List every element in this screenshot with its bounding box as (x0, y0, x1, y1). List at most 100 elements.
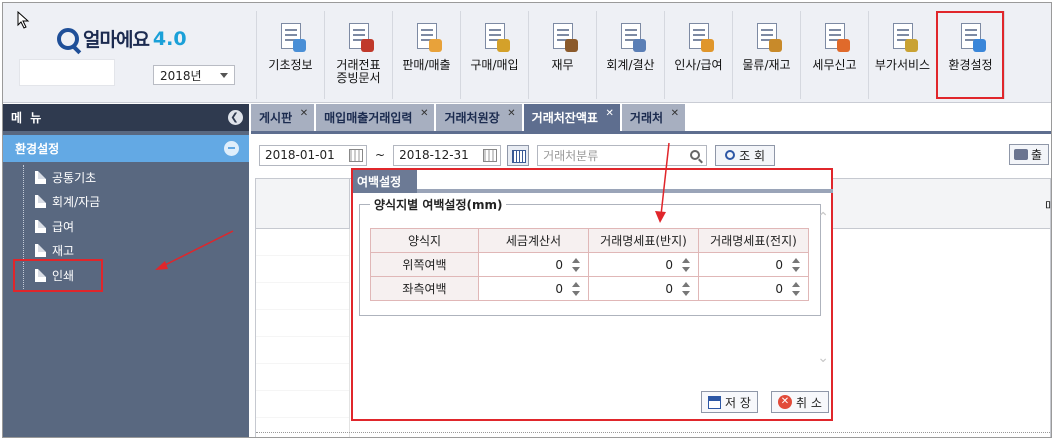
collapse-minus-icon[interactable] (224, 141, 239, 156)
menu-overflow[interactable] (1004, 11, 1034, 99)
filter-bar: 2018-01-01 ~ 2018-12-31 거래처분류 조 회 (259, 144, 776, 166)
tab-label: 거래처잔액표 (531, 111, 598, 125)
year-select[interactable]: 2018년 (153, 65, 235, 85)
menu-item-2[interactable]: 거래전표 증빙문서 (324, 11, 392, 99)
margin-row: 위쪽여백 0 0 0 (370, 252, 809, 277)
menu-item-label: 부가서비스 (874, 58, 931, 72)
calendar-icon[interactable] (483, 148, 498, 162)
sidebar-item-inventory[interactable]: 재고 (17, 239, 100, 264)
margin-group: 양식지별 여백설정(mm) 양식지 세금계산서 거래명세표(반지) 거래명세표(… (359, 196, 821, 316)
menu-item-4[interactable]: 구매/매입 (460, 11, 528, 99)
calendar-icon[interactable] (349, 148, 363, 162)
margin-number-input[interactable]: 0 (481, 254, 585, 275)
margin-value: 0 (555, 257, 563, 272)
sidebar-section-settings[interactable]: 환경설정 (3, 135, 249, 162)
cancel-button[interactable]: ✕ 취 소 (771, 391, 829, 413)
margin-number-input[interactable]: 0 (481, 278, 585, 299)
close-icon[interactable]: ✕ (300, 108, 308, 119)
close-icon[interactable]: ✕ (671, 108, 679, 119)
dialog-tab-label: 여백설정 (357, 175, 402, 189)
menu-item-7[interactable]: 인사/급여 (664, 11, 732, 99)
app-window: 얼마에요 4.0 2018년 기초정보 거래전표 증빙문서 판매/매출 구매/매입 재무… (2, 2, 1052, 438)
spinner-arrows-icon[interactable] (572, 257, 581, 272)
margin-cell: 0 (588, 276, 699, 301)
chevron-down-icon (220, 73, 228, 78)
save-disk-icon (708, 395, 721, 409)
menu-item-8[interactable]: 물류/재고 (732, 11, 800, 99)
margin-value: 0 (555, 281, 563, 296)
grid-footer-row (256, 432, 1051, 437)
margin-group-title: 양식지별 여백설정(mm) (370, 196, 507, 213)
margin-table-header: 양식지 세금계산서 거래명세표(반지) 거래명세표(전지) (370, 228, 809, 253)
company-name-field[interactable] (19, 59, 115, 86)
tab-1[interactable]: 게시판 ✕ (251, 104, 317, 131)
menu-item-5[interactable]: 재무 (528, 11, 596, 99)
menu-item-label: 거래전표 증빙문서 (336, 58, 381, 85)
margin-settings-dialog: 여백설정 양식지별 여백설정(mm) 양식지 세금계산서 거래명세표(반지) 거… (351, 168, 833, 421)
calendar-picker-button[interactable] (507, 144, 530, 166)
spinner-arrows-icon[interactable] (572, 281, 581, 296)
page-icon (35, 195, 46, 209)
document-tabs: 게시판 ✕ 매입매출거래입력 ✕ 거래처원장 ✕ 거래처잔액표 ✕ 거래처 ✕ (251, 104, 688, 131)
date-from-field[interactable]: 2018-01-01 (259, 144, 367, 166)
column-header: 거래명세표(반지) (588, 228, 699, 253)
spinner-arrows-icon[interactable] (682, 257, 691, 272)
menu-item-label: 판매/매출 (402, 58, 451, 72)
print-button[interactable]: 출 (1009, 144, 1049, 165)
spinner-arrows-icon[interactable] (792, 257, 801, 272)
margin-number-input[interactable]: 0 (591, 278, 695, 299)
tab-label: 거래처원장 (444, 111, 500, 125)
basic-info-icon (274, 21, 308, 53)
settings-gear-icon (954, 21, 988, 53)
date-to-value: 2018-12-31 (399, 148, 469, 162)
close-icon[interactable]: ✕ (507, 108, 515, 119)
dialog-tab[interactable]: 여백설정 (353, 170, 417, 193)
date-to-field[interactable]: 2018-12-31 (393, 144, 502, 166)
date-range-separator: ~ (375, 148, 386, 162)
category-search-input[interactable]: 거래처분류 (537, 144, 708, 166)
menu-item-6[interactable]: 회계/결산 (596, 11, 664, 99)
menu-item-3[interactable]: 판매/매출 (392, 11, 460, 99)
menu-item-label: 물류/재고 (742, 58, 791, 72)
logo-text: 얼마에요 (83, 29, 150, 51)
menu-item-11[interactable]: 환경설정 (936, 11, 1004, 99)
close-icon[interactable]: ✕ (606, 108, 614, 119)
margin-row-label: 좌측여백 (370, 276, 479, 301)
sidebar-item-label: 급여 (52, 219, 75, 234)
query-button[interactable]: 조 회 (715, 144, 776, 166)
tab-5[interactable]: 거래처 ✕ (621, 104, 688, 131)
save-button[interactable]: 저 장 (701, 391, 758, 413)
spinner-arrows-icon[interactable] (682, 281, 691, 296)
spinner-arrows-icon[interactable] (792, 281, 801, 296)
sidebar-header: 메 뉴 ❮ (3, 104, 249, 131)
dialog-tab-line (417, 189, 833, 193)
query-button-label: 조 회 (739, 148, 766, 163)
sidebar-title: 메 뉴 (11, 111, 44, 125)
column-header: 세금계산서 (478, 228, 589, 253)
tab-3[interactable]: 거래처원장 ✕ (436, 104, 524, 131)
tax-icon (818, 21, 852, 53)
margin-number-input[interactable]: 0 (701, 278, 805, 299)
page-icon (35, 219, 46, 233)
tab-2[interactable]: 매입매출거래입력 ✕ (316, 104, 437, 131)
margin-cell: 0 (478, 276, 589, 301)
sidebar-item-accounting[interactable]: 회계/자금 (17, 190, 100, 215)
sidebar-item-payroll[interactable]: 급여 (17, 214, 100, 239)
save-button-label: 저 장 (725, 395, 751, 410)
close-icon[interactable]: ✕ (420, 108, 428, 119)
menu-item-label: 구매/매입 (470, 58, 519, 72)
search-icon[interactable] (690, 149, 701, 160)
menu-item-10[interactable]: 부가서비스 (868, 11, 936, 99)
page-icon (35, 244, 46, 258)
menu-item-1[interactable]: 기초정보 (256, 11, 324, 99)
menu-item-label: 재무 (551, 58, 574, 72)
menu-item-9[interactable]: 세무신고 (800, 11, 868, 99)
tab-4[interactable]: 거래처잔액표 ✕ (523, 104, 622, 131)
margin-number-input[interactable]: 0 (591, 254, 695, 275)
sidebar-item-common[interactable]: 공통기초 (17, 165, 100, 190)
app-logo: 얼마에요 4.0 (57, 25, 187, 52)
sidebar-item-print[interactable]: 인쇄 (13, 259, 103, 292)
collapse-left-icon[interactable]: ❮ (228, 110, 243, 125)
margin-number-input[interactable]: 0 (701, 254, 805, 275)
tab-label: 매입매출거래입력 (324, 111, 413, 125)
